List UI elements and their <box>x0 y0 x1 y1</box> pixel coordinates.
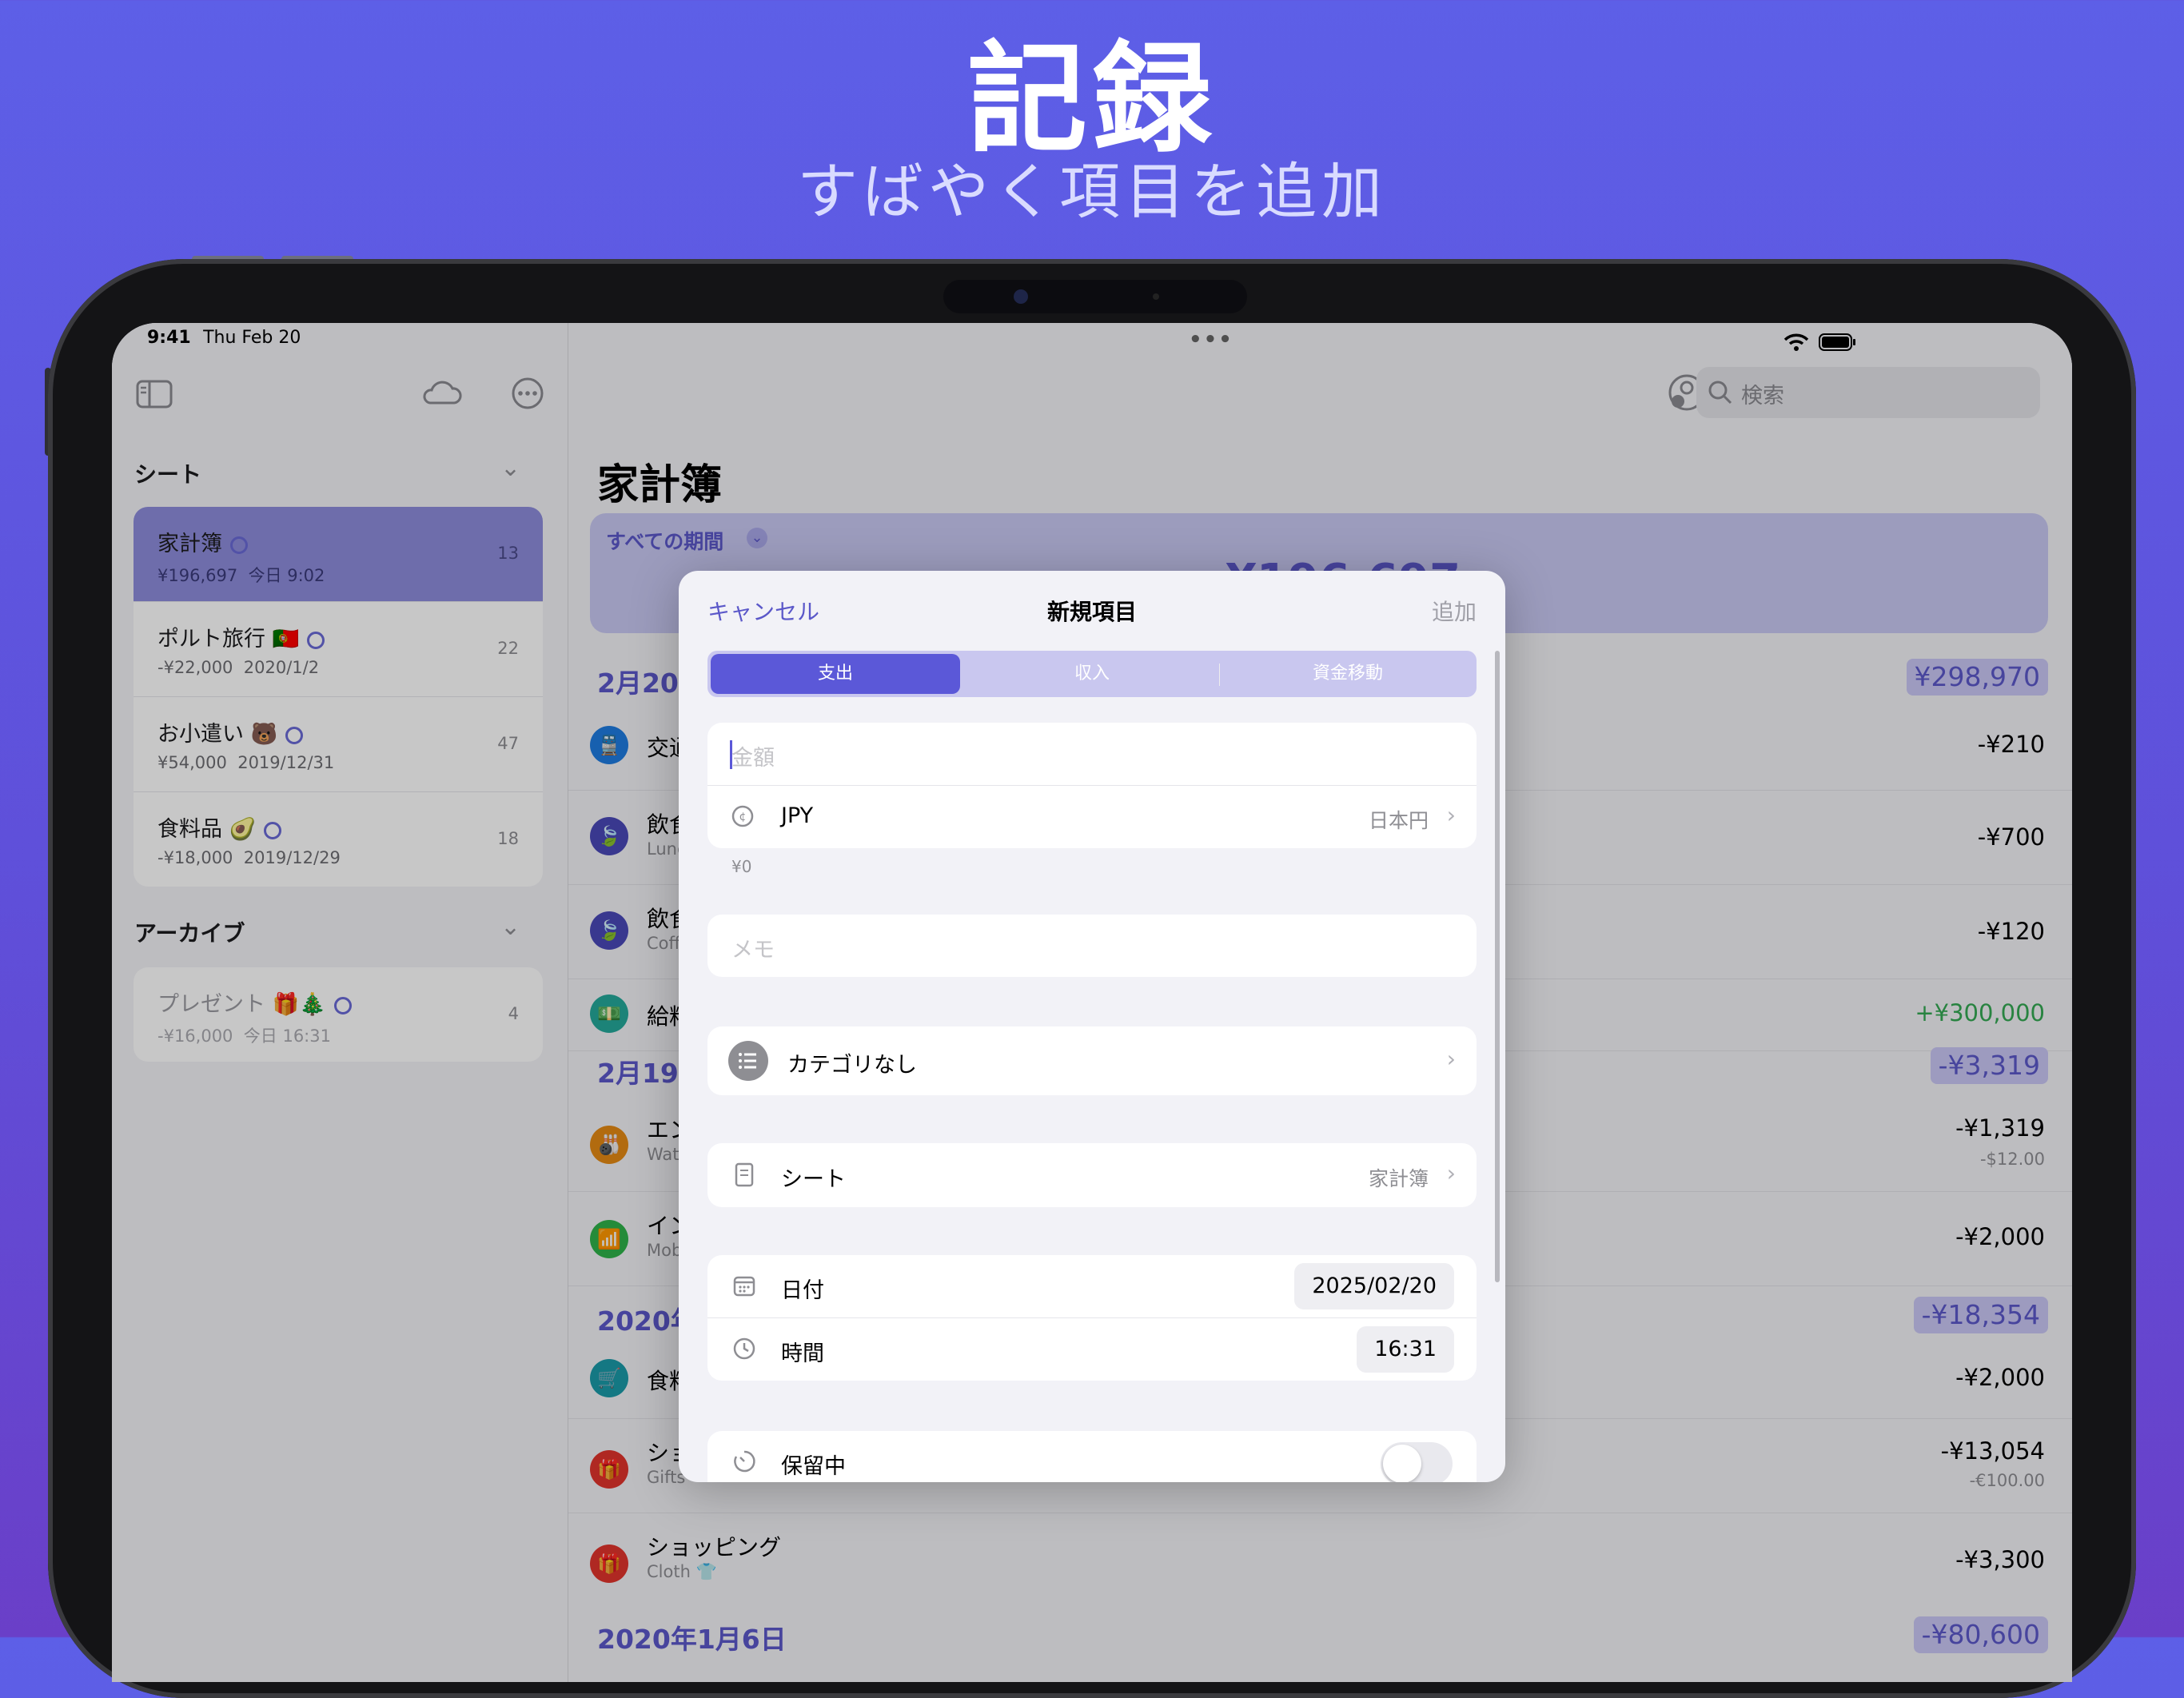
date-row: 日付 2025/02/20 <box>707 1255 1477 1318</box>
segment-transfer[interactable]: 資金移動 <box>1223 654 1473 694</box>
scrollbar[interactable] <box>1495 651 1500 1282</box>
memo-field[interactable]: メモ <box>707 915 1477 977</box>
chevron-right-icon: › <box>1446 802 1456 828</box>
currency-row[interactable]: ¢ JPY 日本円 › <box>707 786 1477 848</box>
time-picker[interactable]: 16:31 <box>1357 1326 1454 1373</box>
time-row: 時間 16:31 <box>707 1318 1477 1381</box>
sheet-card: シート 家計簿 › <box>707 1143 1477 1207</box>
amount-placeholder: 金額 <box>731 746 775 771</box>
memo-card: メモ <box>707 915 1477 977</box>
converted-amount: ¥0 <box>731 857 752 876</box>
pending-row: 保留中 <box>707 1431 1477 1482</box>
date-picker[interactable]: 2025/02/20 <box>1294 1263 1454 1309</box>
cancel-button[interactable]: キャンセル <box>707 595 819 627</box>
list-icon <box>728 1041 768 1081</box>
hero-subtitle: すばやく項目を追加 <box>797 156 1387 227</box>
clock-icon <box>731 1337 757 1362</box>
segment-expense[interactable]: 支出 <box>711 654 960 694</box>
pending-card: 保留中 <box>707 1431 1477 1482</box>
category-card: カテゴリなし › <box>707 1026 1477 1095</box>
add-button[interactable]: 追加 <box>1432 595 1477 627</box>
currency-icon: ¢ <box>730 804 755 830</box>
document-icon <box>731 1162 757 1188</box>
category-row[interactable]: カテゴリなし › <box>707 1026 1477 1095</box>
chevron-right-icon: › <box>1446 1160 1456 1186</box>
hero-title: 記録 <box>966 30 1217 169</box>
calendar-icon <box>731 1274 757 1299</box>
camera-housing <box>943 280 1247 313</box>
memo-placeholder: メモ <box>731 938 775 963</box>
amount-field[interactable]: 金額 <box>707 723 1477 786</box>
amount-card: 金額 ¢ JPY 日本円 › <box>707 723 1477 848</box>
pending-toggle[interactable] <box>1381 1442 1453 1482</box>
segment-income[interactable]: 収入 <box>967 654 1217 694</box>
type-segmented-control: 支出 収入 資金移動 <box>707 651 1477 697</box>
sheet-row[interactable]: シート 家計簿 › <box>707 1143 1477 1207</box>
new-item-sheet: 新規項目 キャンセル 追加 支出 収入 資金移動 金額 ¢ JPY 日本円 › … <box>679 571 1505 1482</box>
datetime-card: 日付 2025/02/20 時間 16:31 <box>707 1255 1477 1381</box>
timer-icon <box>731 1449 757 1475</box>
chevron-right-icon: › <box>1446 1046 1456 1072</box>
svg-text:¢: ¢ <box>739 811 747 823</box>
